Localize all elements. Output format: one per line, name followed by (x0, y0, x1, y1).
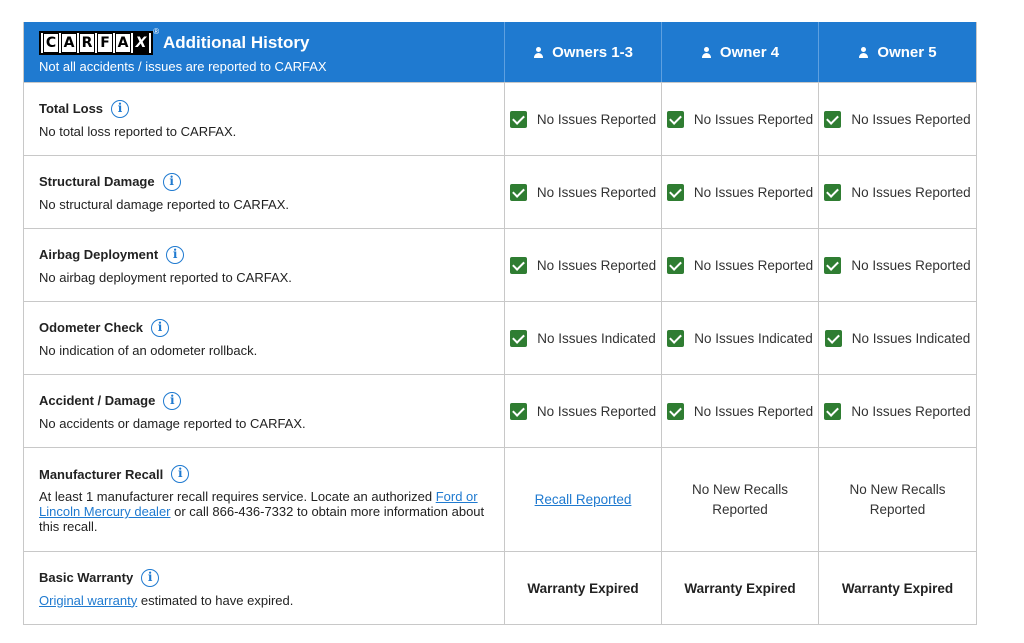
logo-letter: A (115, 32, 131, 53)
status-text: No New Recalls Reported (849, 481, 946, 517)
check-icon (509, 183, 527, 201)
status-text: No Issues Indicated (694, 330, 813, 346)
check-icon (666, 183, 684, 201)
status-text: No Issues Reported (536, 184, 657, 200)
person-icon (701, 46, 712, 58)
row-title: Odometer Check (39, 320, 144, 335)
logo-letter: C (43, 32, 59, 53)
owner-column-header: Owner 5 (819, 22, 976, 82)
check-icon (666, 402, 684, 420)
row-description: Original warranty estimated to have expi… (39, 593, 489, 608)
page-subtitle: Not all accidents / issues are reported … (39, 58, 327, 74)
warranty-status: Warranty Expired (527, 580, 639, 596)
status-text: No Issues Indicated (851, 330, 971, 346)
info-icon[interactable]: i (111, 99, 130, 118)
status-text: No Issues Reported (693, 257, 814, 273)
row-description: No airbag deployment reported to CARFAX. (39, 269, 292, 285)
status-text: No Issues Reported (851, 111, 971, 127)
logo-letter: R (79, 32, 95, 53)
recall-text: At least 1 manufacturer recall requires … (39, 489, 436, 504)
status-text: No Issues Reported (693, 184, 814, 200)
row-title: Manufacturer Recall (39, 466, 164, 482)
row-title: Basic Warranty (39, 570, 134, 585)
table-header: C A R F A X ® Additional History Not all… (24, 22, 976, 82)
check-icon (510, 329, 528, 347)
row-title: Total Loss (39, 101, 104, 116)
owner-label: Owner 4 (719, 43, 780, 61)
row-title: Accident / Damage (39, 393, 156, 408)
check-icon (667, 329, 685, 347)
check-icon (666, 256, 684, 274)
row-description: No indication of an odometer rollback. (39, 342, 258, 358)
info-icon[interactable]: i (151, 318, 170, 337)
table-row: Structural Damage i No structural damage r… (24, 155, 976, 228)
warranty-text: estimated to have expired. (137, 592, 294, 608)
header-brand-cell: C A R F A X ® Additional History Not all… (24, 22, 505, 82)
info-icon[interactable]: i (141, 568, 160, 587)
info-icon[interactable]: i (171, 465, 190, 483)
status-text: No Issues Reported (693, 403, 814, 419)
table-row: Airbag Deployment i No airbag deployment r… (24, 228, 976, 301)
status-text: No Issues Reported (536, 403, 657, 419)
info-icon[interactable]: i (162, 172, 181, 191)
info-icon[interactable]: i (163, 391, 182, 410)
table-row: Odometer Check i No indication of an odome… (24, 301, 976, 374)
check-icon (509, 402, 527, 420)
owner-column-header: Owner 4 (662, 22, 819, 82)
carfax-logo: C A R F A X ® (39, 27, 159, 55)
status-text: No Issues Reported (851, 403, 971, 419)
warranty-status: Warranty Expired (841, 580, 954, 596)
logo-letter: F (97, 32, 113, 53)
check-icon (824, 183, 842, 201)
status-text: No Issues Reported (536, 111, 657, 127)
check-icon (824, 256, 842, 274)
owner-column-header: Owners 1-3 (505, 22, 662, 82)
status-text: No Issues Reported (536, 257, 657, 273)
person-icon (858, 46, 869, 58)
person-icon (533, 46, 544, 58)
status-text: No Issues Indicated (537, 330, 656, 346)
original-warranty-link[interactable]: Original warranty (39, 593, 137, 608)
row-title: Airbag Deployment (39, 247, 159, 262)
additional-history-table: C A R F A X ® Additional History Not all… (23, 22, 977, 625)
row-description: At least 1 manufacturer recall requires … (39, 489, 489, 534)
owner-label: Owners 1-3 (552, 43, 633, 61)
table-row-recall: Manufacturer Recall i At least 1 manufact… (24, 447, 976, 551)
info-icon[interactable]: i (166, 245, 185, 264)
table-row: Total Loss i No total loss reported to CAR… (24, 82, 976, 155)
logo-registered-mark: ® (153, 26, 159, 36)
status-text: No Issues Reported (851, 184, 971, 200)
check-icon (824, 402, 842, 420)
check-icon (666, 110, 684, 128)
status-text: No Issues Reported (851, 257, 971, 273)
row-description: No accidents or damage reported to CARFA… (39, 415, 306, 431)
row-title: Structural Damage (39, 174, 155, 189)
row-description: No total loss reported to CARFAX. (39, 123, 237, 139)
row-description: No structural damage reported to CARFAX. (39, 196, 290, 212)
check-icon (824, 110, 842, 128)
status-text: No Issues Reported (693, 111, 814, 127)
status-text: No New Recalls Reported (691, 481, 789, 517)
logo-letter: A (61, 32, 77, 53)
table-row-warranty: Basic Warranty i Original warranty estima… (24, 551, 976, 624)
owner-label: Owner 5 (877, 43, 937, 61)
logo-letter: X (133, 32, 149, 53)
check-icon (824, 329, 842, 347)
check-icon (509, 110, 527, 128)
table-row: Accident / Damage i No accidents or damage… (24, 374, 976, 447)
check-icon (509, 256, 527, 274)
warranty-status: Warranty Expired (684, 580, 796, 596)
page-title: Additional History (163, 32, 310, 52)
recall-reported-link[interactable]: Recall Reported (535, 492, 632, 507)
